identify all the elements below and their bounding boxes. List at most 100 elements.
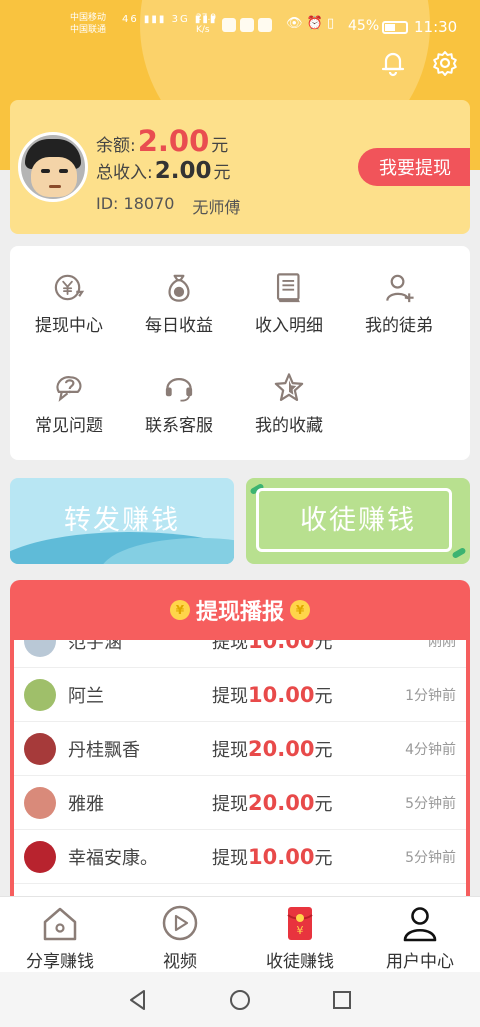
withdraw-amount: 10.00: [248, 844, 315, 869]
recruit-earn-banner[interactable]: 收徒赚钱: [246, 478, 470, 564]
money-bag-icon: [168, 274, 190, 302]
user-name: 阿兰: [68, 685, 104, 707]
user-id: ID: 18070: [96, 194, 175, 213]
user-icon: [403, 907, 437, 942]
ledger-icon: [276, 273, 300, 303]
currency-suffix: 元: [314, 640, 333, 653]
speed-unit: K/s: [196, 25, 210, 35]
status-bar: 中国移动 中国联通 46 ▮▮▮ 3G ▮▮▮ 27.9 K/s 👁 ⏰ ▯ 4…: [0, 0, 480, 56]
menu-item-apprentices[interactable]: 我的徒弟: [344, 246, 454, 336]
action-prefix: 提现: [212, 739, 248, 761]
tab-share-earn[interactable]: 分享赚钱: [0, 897, 120, 973]
user-name: 范宇涵: [68, 640, 122, 653]
list-item: 幸福安康。 提现 10.00 元 5分钟前: [14, 830, 466, 884]
gear-icon[interactable]: [430, 48, 460, 78]
withdraw-amount: 10.00: [248, 640, 315, 653]
income-value: 2.00: [154, 158, 212, 184]
avatar-mouth: [49, 185, 61, 188]
avatar: [24, 840, 56, 873]
tab-label: 分享赚钱: [26, 952, 94, 972]
withdraw-time: 刚刚: [428, 640, 456, 650]
broadcast-title-text: 提现播报: [195, 600, 284, 625]
avatar-eye: [59, 169, 68, 173]
home-share-icon: [43, 907, 77, 941]
star-icon: [274, 373, 304, 401]
bell-icon[interactable]: [378, 48, 408, 78]
avatar-eye: [41, 169, 50, 173]
withdraw-action: 提现 10.00 元: [212, 844, 332, 870]
battery-icon: [382, 21, 408, 34]
withdraw-time: 5分钟前: [405, 849, 456, 866]
tab-video[interactable]: 视频: [120, 897, 240, 973]
menu-item-faq[interactable]: 常见问题: [14, 346, 124, 436]
network-type-2: 3G: [171, 14, 190, 25]
withdraw-time: 1分钟前: [405, 687, 456, 704]
balance-row: 余额: 2.00 元: [96, 124, 228, 158]
back-icon[interactable]: [126, 988, 150, 1012]
red-envelope-icon: ¥: [287, 907, 313, 940]
list-item: 阿兰 提现 10.00 元 1分钟前: [14, 668, 466, 722]
tab-user-center[interactable]: 用户中心: [360, 897, 480, 973]
broadcast-title: ¥ 提现播报 ¥: [10, 594, 470, 626]
id-row: ID: 18070 无师傅: [96, 194, 240, 218]
share-earn-banner[interactable]: 转发赚钱: [10, 478, 234, 564]
user-name: 幸福安康。: [68, 847, 158, 869]
carrier-1: 中国移动: [70, 13, 107, 23]
play-icon: [162, 905, 198, 941]
avatar[interactable]: [18, 132, 88, 202]
withdraw-action: 提现 10.00 元: [212, 682, 332, 708]
menu-label: 每日收益: [145, 316, 213, 336]
menu-item-withdraw-center[interactable]: 提现中心: [14, 246, 124, 336]
menu-label: 收入明细: [255, 316, 323, 336]
account-card: 余额: 2.00 元 总收入: 2.00 元 ID: 18070 无师傅 我要提…: [10, 100, 470, 234]
clock: 11:30: [414, 18, 458, 36]
currency-suffix: 元: [314, 847, 333, 869]
menu-item-customer-service[interactable]: 联系客服: [124, 346, 234, 436]
app-notify-icon: [258, 18, 272, 32]
action-prefix: 提现: [212, 685, 248, 707]
network-type-1: 46: [122, 14, 139, 25]
recruit-banner-label: 收徒赚钱: [300, 505, 416, 536]
tab-label: 视频: [163, 952, 197, 972]
menu-item-favorites[interactable]: 我的收藏: [234, 346, 344, 436]
user-name: 雅雅: [68, 793, 104, 815]
withdraw-action: 提现 20.00 元: [212, 790, 332, 816]
user-name: 丹桂飘香: [68, 739, 140, 761]
system-nav-bar: [0, 972, 480, 1027]
avatar: [24, 732, 56, 765]
master-text: 无师傅: [192, 198, 241, 217]
coin-icon: ¥: [169, 600, 190, 620]
system-icons: 👁 ⏰ ▯: [286, 16, 335, 31]
income-label: 总收入:: [96, 163, 153, 183]
app-notify-icon: [222, 18, 236, 32]
menu-item-income-detail[interactable]: 收入明细: [234, 246, 344, 336]
withdraw-time: 5分钟前: [405, 795, 456, 812]
withdraw-action: 提现 20.00 元: [212, 736, 332, 762]
withdraw-amount: 20.00: [248, 736, 315, 761]
menu-card: 提现中心 每日收益 收入明细 我的徒弟 常见问题 联系客服 我的收藏: [10, 246, 470, 460]
carrier-2: 中国联通: [70, 25, 107, 35]
menu-label: 我的徒弟: [365, 316, 433, 336]
recent-apps-icon[interactable]: [330, 988, 354, 1012]
network-speed: 27.9 K/s: [196, 12, 216, 36]
withdraw-button[interactable]: 我要提现: [358, 148, 470, 186]
home-icon[interactable]: [228, 988, 252, 1012]
menu-item-daily-income[interactable]: 每日收益: [124, 246, 234, 336]
income-row: 总收入: 2.00 元: [96, 158, 230, 184]
carrier-info: 中国移动 中国联通: [70, 12, 106, 36]
tab-recruit-earn[interactable]: ¥ 收徒赚钱: [240, 897, 360, 973]
balance-label: 余额:: [96, 136, 136, 156]
withdraw-action: 提现 10.00 元: [212, 640, 332, 654]
broadcast-list[interactable]: 范宇涵 提现 10.00 元 刚刚 阿兰 提现 10.00 元 1分钟前 丹桂飘香 提现…: [14, 640, 466, 910]
list-item: 雅雅 提现 20.00 元 5分钟前: [14, 776, 466, 830]
speed-value: 27.9: [196, 13, 217, 23]
balance-value: 2.00: [137, 124, 210, 158]
withdraw-amount: 10.00: [248, 682, 315, 707]
tab-label: 用户中心: [386, 952, 454, 972]
app-notify-icon: [240, 18, 254, 32]
coin-icon: ¥: [290, 600, 310, 620]
notification-icons: [222, 18, 282, 34]
avatar-face: [31, 157, 77, 197]
bottom-tab-bar: 分享赚钱 视频 ¥ 收徒赚钱 用户中心: [0, 896, 480, 972]
menu-label: 联系客服: [145, 416, 213, 436]
